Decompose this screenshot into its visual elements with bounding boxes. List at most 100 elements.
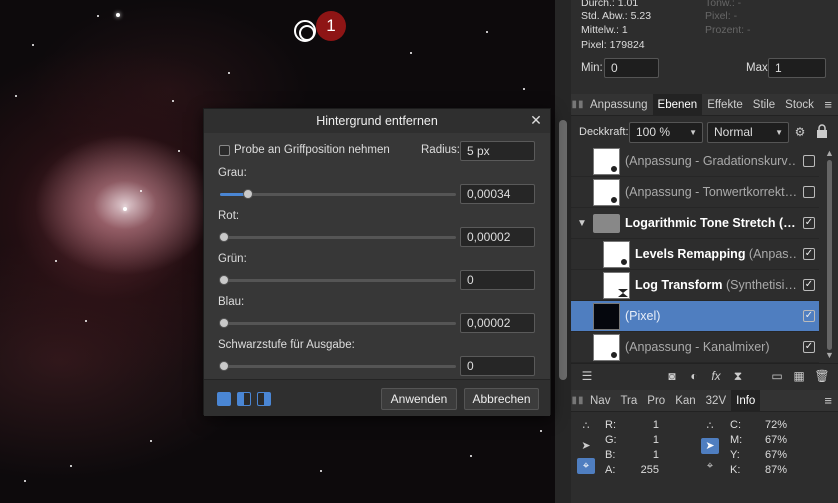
mode-full-icon[interactable] bbox=[217, 392, 231, 406]
pixel-count-label: Pixel: 179824 bbox=[581, 39, 645, 51]
crosshair-icon[interactable]: ⌖ bbox=[701, 458, 719, 474]
star bbox=[55, 260, 57, 262]
close-icon[interactable]: ✕ bbox=[528, 111, 544, 129]
schwarz-slider-track[interactable] bbox=[220, 365, 456, 368]
layer-visibility-checkbox[interactable] bbox=[803, 155, 815, 167]
scrollbar-thumb[interactable] bbox=[559, 120, 567, 380]
schwarz-slider-knob[interactable] bbox=[219, 361, 229, 371]
rot-slider-knob[interactable] bbox=[219, 232, 229, 242]
panel-grip-icon[interactable]: ▮▮ bbox=[571, 390, 585, 411]
rot-label: Rot: bbox=[218, 210, 240, 222]
canvas-scrollbar[interactable] bbox=[555, 0, 571, 503]
layer-toolbar: ☰ ◙ ◐ fx ⧗ ▭ ▦ 🗑 bbox=[571, 363, 838, 389]
blend-mode-select[interactable]: Normal ▼ bbox=[707, 122, 789, 143]
opacity-select[interactable]: 100 % ▼ bbox=[629, 122, 703, 143]
mode-split-icon[interactable] bbox=[237, 392, 251, 406]
tab-effekte[interactable]: Effekte bbox=[702, 94, 748, 116]
folder-add-icon[interactable]: ▭ bbox=[769, 368, 785, 384]
layer-visibility-checkbox[interactable]: ✓ bbox=[803, 279, 815, 291]
tab-nav[interactable]: Nav bbox=[585, 390, 615, 412]
panel-grip-icon[interactable]: ▮▮ bbox=[571, 94, 585, 115]
rot-slider-track[interactable] bbox=[220, 236, 456, 239]
tab-stile[interactable]: Stile bbox=[748, 94, 780, 116]
marker-number-badge: 1 bbox=[316, 11, 346, 41]
mask-icon[interactable]: ◙ bbox=[664, 368, 680, 384]
pointer-icon[interactable]: ➤ bbox=[577, 438, 595, 454]
a-label: A: bbox=[605, 464, 616, 476]
tab-pro[interactable]: Pro bbox=[642, 390, 670, 412]
dialog-footer: Anwenden Abbrechen bbox=[204, 379, 550, 416]
mode-mirror-icon[interactable] bbox=[257, 392, 271, 406]
sample-handle[interactable] bbox=[294, 20, 316, 42]
gruen-slider-track[interactable] bbox=[220, 279, 456, 282]
panel-menu-icon[interactable]: ≡ bbox=[824, 393, 832, 408]
grau-slider-track[interactable] bbox=[220, 193, 456, 196]
blau-slider-knob[interactable] bbox=[219, 318, 229, 328]
layer-row[interactable]: (Anpassung - Tonwertkorrekt… bbox=[571, 177, 819, 208]
adjustment-icon[interactable]: ◐ bbox=[686, 368, 702, 384]
star bbox=[228, 72, 230, 74]
layer-row[interactable]: Log Transform (Synthetisi… ✓ bbox=[571, 270, 819, 301]
dialog-title[interactable]: Hintergrund entfernen bbox=[204, 109, 550, 133]
layer-visibility-checkbox[interactable]: ✓ bbox=[803, 248, 815, 260]
tab-32v[interactable]: 32V bbox=[701, 390, 731, 412]
blau-input[interactable]: 0,00002 bbox=[460, 313, 535, 333]
tab-tra[interactable]: Tra bbox=[615, 390, 642, 412]
layer-name-main: Levels Remapping bbox=[635, 247, 746, 261]
layer-row-group[interactable]: ▼ Logarithmic Tone Stretch (… ✓ bbox=[571, 208, 819, 239]
grau-slider-knob[interactable] bbox=[243, 189, 253, 199]
gruen-slider-knob[interactable] bbox=[219, 275, 229, 285]
scroll-down-icon[interactable]: ▼ bbox=[825, 350, 834, 360]
layer-row[interactable]: Levels Remapping (Anpas… ✓ bbox=[571, 239, 819, 270]
tab-info[interactable]: Info bbox=[731, 389, 761, 412]
expand-triangle-icon[interactable]: ▼ bbox=[577, 218, 587, 229]
rot-input[interactable]: 0,00002 bbox=[460, 227, 535, 247]
tab-anpassung[interactable]: Anpassung bbox=[585, 94, 653, 116]
lock-icon[interactable] bbox=[814, 124, 830, 140]
layers-stack-icon[interactable]: ☰ bbox=[577, 368, 597, 384]
tab-stock[interactable]: Stock bbox=[780, 94, 819, 116]
apply-button[interactable]: Anwenden bbox=[381, 388, 457, 410]
layer-visibility-checkbox[interactable]: ✓ bbox=[803, 310, 815, 322]
schwarz-input[interactable]: 0 bbox=[460, 356, 535, 376]
trash-icon[interactable]: 🗑 bbox=[814, 368, 830, 384]
panel-menu-icon[interactable]: ≡ bbox=[824, 97, 832, 112]
star bbox=[486, 31, 488, 33]
color-channels-icon[interactable]: ∴ bbox=[577, 418, 595, 434]
crosshair-icon[interactable]: ⌖ bbox=[577, 458, 595, 474]
star bbox=[97, 15, 99, 17]
color-channels-icon[interactable]: ∴ bbox=[701, 418, 719, 434]
blau-slider-track[interactable] bbox=[220, 322, 456, 325]
tab-kan[interactable]: Kan bbox=[670, 390, 700, 412]
pixel-layer-icon[interactable]: ▦ bbox=[791, 368, 807, 384]
tab-ebenen[interactable]: Ebenen bbox=[652, 93, 703, 116]
live-filter-icon[interactable]: ⧗ bbox=[730, 368, 746, 384]
layers-scrollbar[interactable]: ▲ ▼ bbox=[821, 146, 838, 363]
min-input[interactable]: 0 bbox=[604, 58, 659, 78]
layer-row[interactable]: (Anpassung - Kanalmixer) ✓ bbox=[571, 332, 819, 363]
gruen-input[interactable]: 0 bbox=[460, 270, 535, 290]
layer-visibility-checkbox[interactable] bbox=[803, 186, 815, 198]
layer-visibility-checkbox[interactable]: ✓ bbox=[803, 217, 815, 229]
layer-thumbnail bbox=[603, 241, 630, 268]
layer-thumbnail bbox=[593, 303, 620, 330]
cancel-button[interactable]: Abbrechen bbox=[464, 388, 539, 410]
star bbox=[116, 13, 120, 17]
pointer-icon[interactable]: ➤ bbox=[701, 438, 719, 454]
layer-row[interactable]: (Anpassung - Gradationskurv… bbox=[571, 146, 819, 177]
gear-icon[interactable]: ⚙ bbox=[792, 124, 808, 140]
scrollbar-thumb[interactable] bbox=[827, 160, 832, 350]
layer-name-type: (Synthetisi… bbox=[722, 278, 797, 292]
layer-visibility-checkbox[interactable]: ✓ bbox=[803, 341, 815, 353]
fx-icon[interactable]: fx bbox=[708, 368, 724, 384]
opacity-bar: Deckkraft: 100 % ▼ Normal ▼ ⚙ bbox=[571, 118, 838, 146]
layer-thumbnail bbox=[593, 179, 620, 206]
scroll-up-icon[interactable]: ▲ bbox=[825, 148, 834, 158]
max-input[interactable]: 1 bbox=[768, 58, 826, 78]
layer-row-selected[interactable]: (Pixel) ✓ bbox=[571, 301, 819, 332]
chevron-down-icon: ▼ bbox=[775, 128, 783, 137]
probe-checkbox[interactable] bbox=[219, 145, 230, 156]
radius-input[interactable]: 5 px bbox=[460, 141, 535, 161]
std-dev-label: Std. Abw.: 5.23 bbox=[581, 10, 652, 22]
grau-input[interactable]: 0,00034 bbox=[460, 184, 535, 204]
